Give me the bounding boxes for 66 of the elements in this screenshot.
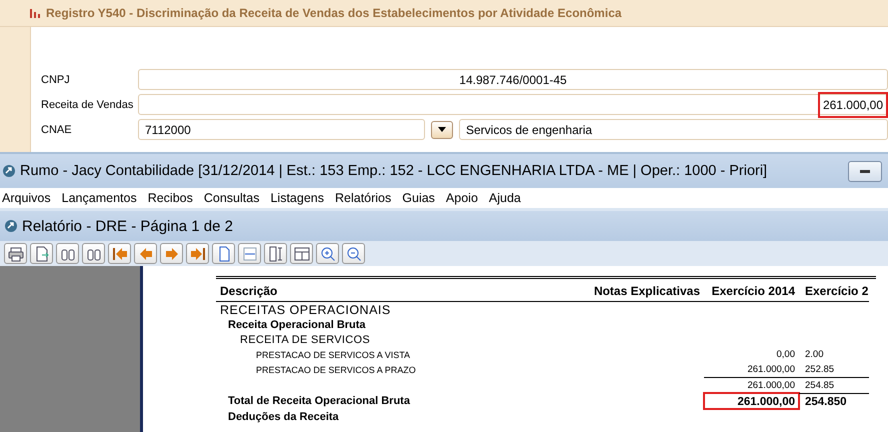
input-field[interactable]: 7112000 xyxy=(138,119,425,140)
toolbar-button[interactable] xyxy=(56,243,79,264)
column-header: Exercício 2014 xyxy=(704,279,799,302)
minimize-icon xyxy=(860,169,870,173)
column-header: Exercício 2 xyxy=(799,279,869,302)
column-header: Descrição xyxy=(216,279,581,302)
total-label: Total de Receita Operacional Bruta xyxy=(227,394,411,408)
menu-item[interactable]: Apoio xyxy=(444,191,484,205)
printer-icon xyxy=(6,244,24,262)
bar-chart-icon xyxy=(30,8,40,18)
input-field[interactable]: 261.000,00 xyxy=(138,94,888,115)
zoom-out-icon xyxy=(344,244,362,262)
section-heading: RECEITAS OPERACIONAIS xyxy=(219,302,392,317)
dropdown-button[interactable] xyxy=(431,120,453,138)
toolbar-button[interactable] xyxy=(238,243,261,264)
amount-cell-text: 0,00 xyxy=(776,348,796,362)
toolbar-button[interactable] xyxy=(316,243,339,264)
app-logo-icon xyxy=(4,219,18,233)
account-label: PRESTACAO DE SERVICOS A PRAZO xyxy=(255,364,417,376)
menu-item[interactable]: Lançamentos xyxy=(60,191,143,205)
menu-item[interactable]: Ajuda xyxy=(486,191,527,205)
menu-item[interactable]: Arquivos xyxy=(0,191,57,205)
toolbar-button[interactable] xyxy=(160,243,183,264)
amount-cell-text: 261.000,00 xyxy=(746,363,796,377)
amount-cell: 254.850 xyxy=(799,393,869,409)
amount-cell: 261.000,00 xyxy=(704,377,799,393)
app-logo-icon xyxy=(2,164,16,178)
window-title: Rumo - Jacy Contabilidade [31/12/2014 | Est.: 153 Emp.: 152 - LCC ENGENHARIA LTDA - ME | Oper.: 1000 - Priori] xyxy=(20,163,768,179)
account-label: PRESTACAO DE SERVICOS A VISTA xyxy=(255,348,412,362)
toolbar-button[interactable] xyxy=(212,243,235,264)
toolbar-button[interactable] xyxy=(342,243,365,264)
toolbar-button[interactable] xyxy=(30,243,53,264)
description-field[interactable]: Servicos de engenharia xyxy=(459,119,888,140)
toolbar-button[interactable] xyxy=(4,243,27,264)
page-width-icon xyxy=(240,244,258,262)
report-window-title: Relatório - DRE - Página 1 de 2 xyxy=(22,218,233,234)
menu-item[interactable]: Guias xyxy=(400,191,441,205)
menu-item[interactable]: Listagens xyxy=(268,191,330,205)
minimize-button[interactable] xyxy=(848,160,882,182)
highlighted-amount: 261.000,00 xyxy=(704,393,799,409)
group-label: Deduções da Receita xyxy=(227,410,340,424)
subgroup-label: RECEITA DE SERVICOS xyxy=(239,332,371,347)
panel-title: Registro Y540 - Discriminação da Receita de Vendas dos Estabelecimentos por Atividade Econômica xyxy=(46,6,622,20)
field-label: Receita de Vendas xyxy=(40,98,134,110)
amount-cell-text: 252.85 xyxy=(804,363,836,377)
toolbar-button[interactable] xyxy=(290,243,313,264)
input-field[interactable]: 14.987.746/0001-45 xyxy=(138,69,888,90)
column-header: Notas Explicativas xyxy=(581,279,704,302)
caret-icon xyxy=(438,127,446,132)
menu-item[interactable]: Relatórios xyxy=(332,191,398,205)
toolbar-button[interactable] xyxy=(186,243,209,264)
page-height-icon xyxy=(266,244,284,262)
menu-item[interactable]: Recibos xyxy=(146,191,199,205)
amount-cell-text: 2.00 xyxy=(804,348,824,362)
amount-cell: 254.85 xyxy=(799,377,869,393)
zoom-in-icon xyxy=(318,244,336,262)
group-label: Receita Operacional Bruta xyxy=(227,318,367,332)
toolbar-button[interactable] xyxy=(82,243,105,264)
field-label: CNPJ xyxy=(40,74,71,86)
toolbar-button[interactable] xyxy=(108,243,131,264)
toolbar-button[interactable] xyxy=(264,243,287,264)
two-pages-icon xyxy=(292,244,310,262)
menu-item[interactable]: Consultas xyxy=(202,191,266,205)
highlighted-value: 261.000,00 xyxy=(818,92,887,116)
toolbar-button[interactable] xyxy=(134,243,157,264)
field-label: CNAE xyxy=(40,124,73,136)
